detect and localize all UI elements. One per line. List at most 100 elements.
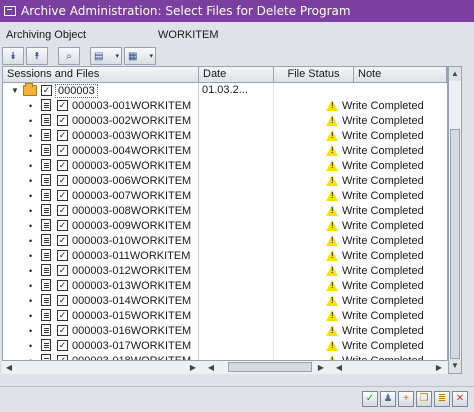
file-row[interactable]: •✓000003-015WORKITEMWrite Completed: [3, 308, 447, 323]
file-row[interactable]: •✓000003-003WORKITEMWrite Completed: [3, 128, 447, 143]
window-title: Archive Administration: Select Files for…: [21, 4, 351, 18]
file-row[interactable]: •✓000003-001WORKITEMWrite Completed: [3, 98, 447, 113]
copy-button[interactable]: ❐: [416, 391, 432, 407]
file-row[interactable]: •✓000003-013WORKITEMWrite Completed: [3, 278, 447, 293]
file-name: 000003-010WORKITEM: [72, 234, 192, 247]
file-row[interactable]: •✓000003-010WORKITEMWrite Completed: [3, 233, 447, 248]
scroll-right-icon[interactable]: ▶: [186, 363, 200, 372]
archiving-object-label: Archiving Object: [6, 29, 87, 41]
file-checkbox[interactable]: ✓: [57, 295, 68, 306]
session-checkbox[interactable]: ✓: [41, 85, 52, 96]
vertical-scroll-thumb[interactable]: [450, 129, 460, 359]
file-row[interactable]: •✓000003-016WORKITEMWrite Completed: [3, 323, 447, 338]
file-checkbox[interactable]: ✓: [57, 250, 68, 261]
file-checkbox[interactable]: ✓: [57, 145, 68, 156]
file-row[interactable]: •✓000003-011WORKITEMWrite Completed: [3, 248, 447, 263]
session-row[interactable]: ▼ ✓ 000003 01.03.2...: [3, 83, 447, 98]
file-row[interactable]: •✓000003-007WORKITEMWrite Completed: [3, 188, 447, 203]
scroll-left-icon[interactable]: ◀: [2, 363, 16, 372]
bullet-icon: •: [29, 280, 33, 291]
warning-icon: [326, 310, 338, 321]
file-checkbox[interactable]: ✓: [57, 325, 68, 336]
warning-icon: [326, 205, 338, 216]
file-checkbox[interactable]: ✓: [57, 340, 68, 351]
file-note: [374, 323, 447, 338]
file-note: [374, 188, 447, 203]
confirm-button[interactable]: ✓: [362, 391, 378, 407]
file-note: [374, 98, 447, 113]
collapse-icon[interactable]: ▼: [11, 86, 19, 95]
bullet-icon: •: [29, 250, 33, 261]
file-checkbox[interactable]: ✓: [57, 265, 68, 276]
file-checkbox[interactable]: ✓: [57, 115, 68, 126]
title-bar: Archive Administration: Select Files for…: [0, 0, 474, 22]
document-icon: [41, 114, 51, 126]
footer-toolbar: ✓ ♟ + ❐ ≣ ✕: [0, 386, 474, 412]
file-note: [374, 173, 447, 188]
warning-icon: [326, 340, 338, 351]
file-row[interactable]: •✓000003-009WORKITEMWrite Completed: [3, 218, 447, 233]
file-checkbox[interactable]: ✓: [57, 205, 68, 216]
find-button[interactable]: ⌕: [58, 47, 80, 65]
scroll-left-icon[interactable]: ◀: [204, 363, 218, 372]
scroll-right-icon[interactable]: ▶: [432, 363, 446, 372]
warning-icon: [326, 190, 338, 201]
bullet-icon: •: [29, 235, 33, 246]
file-row[interactable]: •✓000003-014WORKITEMWrite Completed: [3, 293, 447, 308]
file-row[interactable]: •✓000003-005WORKITEMWrite Completed: [3, 158, 447, 173]
warning-icon: [326, 235, 338, 246]
file-row[interactable]: •✓000003-012WORKITEMWrite Completed: [3, 263, 447, 278]
file-row[interactable]: •✓000003-008WORKITEMWrite Completed: [3, 203, 447, 218]
document-icon: [41, 189, 51, 201]
window-menu-icon[interactable]: [4, 6, 16, 16]
bullet-icon: •: [29, 100, 33, 111]
file-checkbox[interactable]: ✓: [57, 220, 68, 231]
scroll-right-icon[interactable]: ▶: [314, 363, 328, 372]
column-header-file-status[interactable]: File Status: [274, 67, 354, 82]
file-row[interactable]: •✓000003-004WORKITEMWrite Completed: [3, 143, 447, 158]
bullet-icon: •: [29, 205, 33, 216]
file-checkbox[interactable]: ✓: [57, 310, 68, 321]
document-icon: [41, 309, 51, 321]
file-checkbox[interactable]: ✓: [57, 100, 68, 111]
scroll-down-icon[interactable]: ▼: [449, 359, 461, 373]
file-name: 000003-017WORKITEM: [72, 339, 192, 352]
file-row[interactable]: •✓000003-002WORKITEMWrite Completed: [3, 113, 447, 128]
file-row[interactable]: •✓000003-006WORKITEMWrite Completed: [3, 173, 447, 188]
column-header-note[interactable]: Note: [354, 67, 447, 82]
layout-button[interactable]: ▦ ▾: [124, 47, 156, 65]
horizontal-scroll-thumb[interactable]: [228, 362, 312, 372]
bullet-icon: •: [29, 220, 33, 231]
file-checkbox[interactable]: ✓: [57, 130, 68, 141]
file-checkbox[interactable]: ✓: [57, 235, 68, 246]
file-row[interactable]: •✓000003-017WORKITEMWrite Completed: [3, 338, 447, 353]
file-date: [199, 233, 274, 248]
add-button[interactable]: +: [398, 391, 414, 407]
print-button[interactable]: ▤ ▾: [90, 47, 122, 65]
file-checkbox[interactable]: ✓: [57, 175, 68, 186]
bullet-icon: •: [29, 175, 33, 186]
user-button[interactable]: ♟: [380, 391, 396, 407]
column-header-sessions[interactable]: Sessions and Files: [3, 67, 199, 82]
file-note: [374, 143, 447, 158]
column-header-date[interactable]: Date: [199, 67, 274, 82]
details-button[interactable]: ≣: [434, 391, 450, 407]
scroll-up-icon[interactable]: ▲: [449, 67, 461, 81]
file-checkbox[interactable]: ✓: [57, 190, 68, 201]
warning-icon: [326, 175, 338, 186]
vertical-scrollbar[interactable]: ▲ ▼: [448, 66, 462, 374]
warning-icon: [326, 295, 338, 306]
document-icon: [41, 144, 51, 156]
horizontal-scrollbar[interactable]: ◀ ▶ ◀ ▶ ◀ ▶: [2, 360, 448, 374]
document-icon: [41, 294, 51, 306]
expand-all-button[interactable]: ⯯: [2, 47, 24, 65]
file-name: 000003-013WORKITEM: [72, 279, 192, 292]
bullet-icon: •: [29, 265, 33, 276]
file-checkbox[interactable]: ✓: [57, 280, 68, 291]
file-checkbox[interactable]: ✓: [57, 160, 68, 171]
file-note: [374, 203, 447, 218]
collapse-all-button[interactable]: ⯭: [26, 47, 48, 65]
scroll-left-icon[interactable]: ◀: [332, 363, 346, 372]
cancel-button[interactable]: ✕: [452, 391, 468, 407]
chevron-down-icon: ▾: [115, 53, 119, 60]
